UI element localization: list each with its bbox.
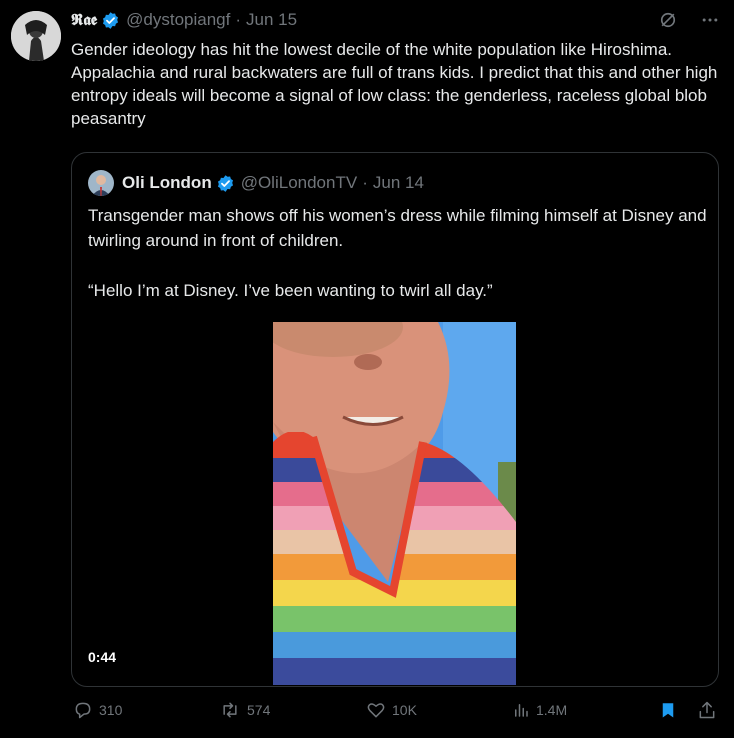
grok-icon[interactable] [658,10,678,30]
share-button[interactable] [697,700,723,720]
bookmark-button[interactable] [659,700,683,720]
share-icon [699,701,715,719]
author-avatar[interactable] [11,11,61,61]
repost-count: 574 [247,702,271,718]
tweet-top-actions [658,10,720,30]
views-button[interactable]: 1.4M [512,700,567,720]
views-icon [515,704,528,717]
video-thumbnail [273,322,516,685]
quoted-text-paragraph: Transgender man shows off his women’s dr… [88,206,707,250]
like-count: 10K [392,702,417,718]
quoted-author-avatar[interactable] [88,170,114,196]
repost-icon [223,702,237,718]
quoted-tweet-header: Oli London @OliLondonTV · Jun 14 [88,170,424,196]
quoted-tweet-text: Transgender man shows off his women’s dr… [88,203,708,303]
reply-button[interactable]: 310 [73,700,122,720]
reply-count: 310 [99,702,123,718]
author-handle[interactable]: @dystopiangf [126,10,230,30]
quoted-tweet[interactable]: Oli London @OliLondonTV · Jun 14 Transge… [71,152,719,687]
like-button[interactable]: 10K [366,700,417,720]
quoted-author-handle[interactable]: @OliLondonTV [241,173,358,193]
verified-badge-icon [217,174,233,192]
quoted-text-paragraph: “Hello I’m at Disney. I’ve been wanting … [88,281,493,300]
video-player[interactable] [273,322,516,685]
tweet-header: 𝕽𝖆𝖊 @dystopiangf · Jun 15 [71,10,297,30]
more-icon[interactable] [700,10,720,30]
like-icon [367,703,385,718]
author-name[interactable]: 𝕽𝖆𝖊 [71,10,97,30]
repost-button[interactable]: 574 [219,700,270,720]
tweet-date[interactable]: Jun 15 [246,10,297,30]
quoted-tweet-date[interactable]: Jun 14 [373,173,424,193]
views-count: 1.4M [536,702,568,718]
separator-dot: · [362,173,368,192]
tweet-action-bar: 310 574 10K 1.4M [71,700,721,730]
separator-dot: · [235,10,242,29]
tweet-text: Gender ideology has hit the lowest decil… [71,40,718,128]
quoted-author-name[interactable]: Oli London [122,173,212,193]
bookmark-icon [662,703,674,718]
video-duration: 0:44 [88,649,117,665]
reply-icon [75,702,91,719]
verified-badge-icon [103,11,119,29]
